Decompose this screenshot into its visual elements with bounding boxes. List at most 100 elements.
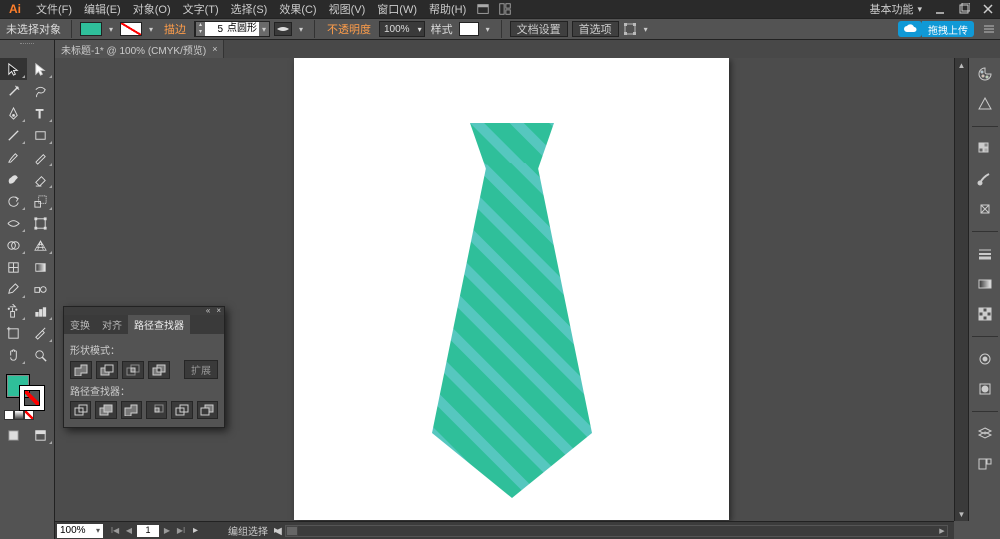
close-tab-icon[interactable]: × (212, 44, 217, 54)
stroke-label[interactable]: 描边 (160, 21, 190, 37)
eyedropper-tool[interactable] (0, 278, 27, 300)
shape-mode-minus-front[interactable] (96, 361, 118, 379)
nav-next-icon[interactable]: ▶ (161, 525, 173, 537)
color-mode-none[interactable] (24, 410, 34, 420)
pathfinder-panel[interactable]: « × 变换 对齐 路径查找器 形状模式： 扩展 路径查找器： (63, 306, 225, 428)
profile-dropdown[interactable]: ▾ (296, 22, 306, 36)
pathfinder-minus-back[interactable] (197, 401, 218, 419)
panel-transparency-icon[interactable] (974, 304, 996, 324)
nav-first-icon[interactable]: I◀ (109, 525, 121, 537)
stroke-weight-input[interactable]: ▴▾ 点圆形 ▾ (194, 21, 270, 37)
tab-align[interactable]: 对齐 (96, 315, 128, 334)
panel-brushes-icon[interactable] (974, 169, 996, 189)
shape-mode-exclude[interactable] (148, 361, 170, 379)
panel-stroke-icon[interactable] (974, 244, 996, 264)
menu-type[interactable]: 文字(T) (177, 0, 225, 19)
menu-file[interactable]: 文件(F) (30, 0, 78, 19)
bridge-icon[interactable] (472, 0, 494, 18)
type-tool[interactable]: T (27, 102, 54, 124)
upload-button[interactable]: 拖拽上传 (922, 21, 974, 37)
nav-last-icon[interactable]: ▶I (175, 525, 187, 537)
pathfinder-divide[interactable] (70, 401, 91, 419)
opacity-value[interactable]: 100%▾ (379, 21, 425, 37)
pencil-tool[interactable] (27, 146, 54, 168)
tab-pathfinder[interactable]: 路径查找器 (128, 315, 190, 334)
blob-brush-tool[interactable] (0, 168, 27, 190)
graphic-style-swatch[interactable] (459, 22, 479, 36)
style-dropdown[interactable]: ▾ (483, 22, 493, 36)
screen-mode-change[interactable] (27, 424, 54, 446)
panel-graphic-styles-icon[interactable] (974, 379, 996, 399)
stroke-indicator[interactable] (20, 386, 44, 410)
panel-collapse-icon[interactable]: « (206, 307, 210, 315)
fill-swatch[interactable] (80, 22, 102, 36)
column-graph-tool[interactable] (27, 300, 54, 322)
rotate-tool[interactable] (0, 190, 27, 212)
panel-artboards-icon[interactable] (974, 454, 996, 474)
hscroll-left-icon[interactable]: ◀ (274, 526, 282, 537)
stroke-weight-dropdown[interactable]: ▾ (259, 22, 269, 36)
menu-object[interactable]: 对象(O) (127, 0, 177, 19)
panel-swatches-icon[interactable] (974, 139, 996, 159)
pathfinder-trim[interactable] (95, 401, 116, 419)
direct-selection-tool[interactable] (27, 58, 54, 80)
artboard[interactable] (294, 58, 729, 520)
menu-select[interactable]: 选择(S) (225, 0, 274, 19)
pathfinder-outline[interactable] (171, 401, 192, 419)
fill-dropdown[interactable]: ▾ (106, 22, 116, 36)
screen-mode-normal[interactable] (0, 424, 27, 446)
symbol-sprayer-tool[interactable] (0, 300, 27, 322)
color-mode-gradient[interactable] (14, 410, 24, 420)
hscroll-thumb[interactable] (286, 526, 298, 536)
artwork-tie-body[interactable] (432, 163, 592, 498)
pathfinder-crop[interactable] (146, 401, 167, 419)
shape-mode-unite[interactable] (70, 361, 92, 379)
panel-color-guide-icon[interactable] (974, 94, 996, 114)
vertical-scrollbar[interactable]: ▲ ▼ (954, 58, 968, 521)
scroll-up-icon[interactable]: ▲ (955, 58, 969, 72)
stroke-weight-field[interactable] (205, 22, 225, 36)
hscroll-right-icon[interactable]: ▶ (937, 526, 947, 536)
width-tool[interactable] (0, 212, 27, 234)
rectangle-tool[interactable] (27, 124, 54, 146)
zoom-tool[interactable] (27, 344, 54, 366)
panel-gradient-icon[interactable] (974, 274, 996, 294)
eraser-tool[interactable] (27, 168, 54, 190)
color-mode-solid[interactable] (4, 410, 14, 420)
menu-help[interactable]: 帮助(H) (423, 0, 472, 19)
variable-width-profile[interactable] (274, 22, 292, 36)
menu-edit[interactable]: 编辑(E) (78, 0, 127, 19)
panel-symbols-icon[interactable] (974, 199, 996, 219)
nav-page-field[interactable]: 1 (137, 525, 159, 537)
blend-tool[interactable] (27, 278, 54, 300)
scroll-down-icon[interactable]: ▼ (955, 507, 969, 521)
perspective-grid-tool[interactable] (27, 234, 54, 256)
fill-stroke-indicator[interactable] (0, 372, 54, 410)
zoom-level[interactable]: 100%▾ (57, 524, 103, 538)
horizontal-scrollbar[interactable]: ◀ ▶ (285, 525, 948, 537)
slice-tool[interactable] (27, 322, 54, 344)
shape-builder-tool[interactable] (0, 234, 27, 256)
document-tab[interactable]: 未标题-1* @ 100% (CMYK/预览) × (55, 40, 224, 58)
panel-layers-icon[interactable] (974, 424, 996, 444)
selection-tool[interactable] (0, 58, 27, 80)
pathfinder-drag-bar[interactable]: « × (64, 307, 224, 315)
panel-close-icon[interactable]: × (216, 307, 221, 315)
menu-effect[interactable]: 效果(C) (273, 0, 322, 19)
lasso-tool[interactable] (27, 80, 54, 102)
opacity-label[interactable]: 不透明度 (323, 21, 375, 37)
gradient-tool[interactable] (27, 256, 54, 278)
minimize-button[interactable] (928, 0, 952, 18)
scale-tool[interactable] (27, 190, 54, 212)
nav-prev-icon[interactable]: ◀ (123, 525, 135, 537)
transform-dropdown[interactable]: ▾ (641, 22, 651, 36)
maximize-button[interactable] (952, 0, 976, 18)
shape-mode-intersect[interactable] (122, 361, 144, 379)
workspace-switcher[interactable]: 基本功能 ▾ (863, 1, 928, 17)
panel-color-icon[interactable] (974, 64, 996, 84)
artboard-tool[interactable] (0, 322, 27, 344)
pathfinder-merge[interactable] (121, 401, 142, 419)
menu-view[interactable]: 视图(V) (323, 0, 372, 19)
tab-transform[interactable]: 变换 (64, 315, 96, 334)
panel-appearance-icon[interactable] (974, 349, 996, 369)
